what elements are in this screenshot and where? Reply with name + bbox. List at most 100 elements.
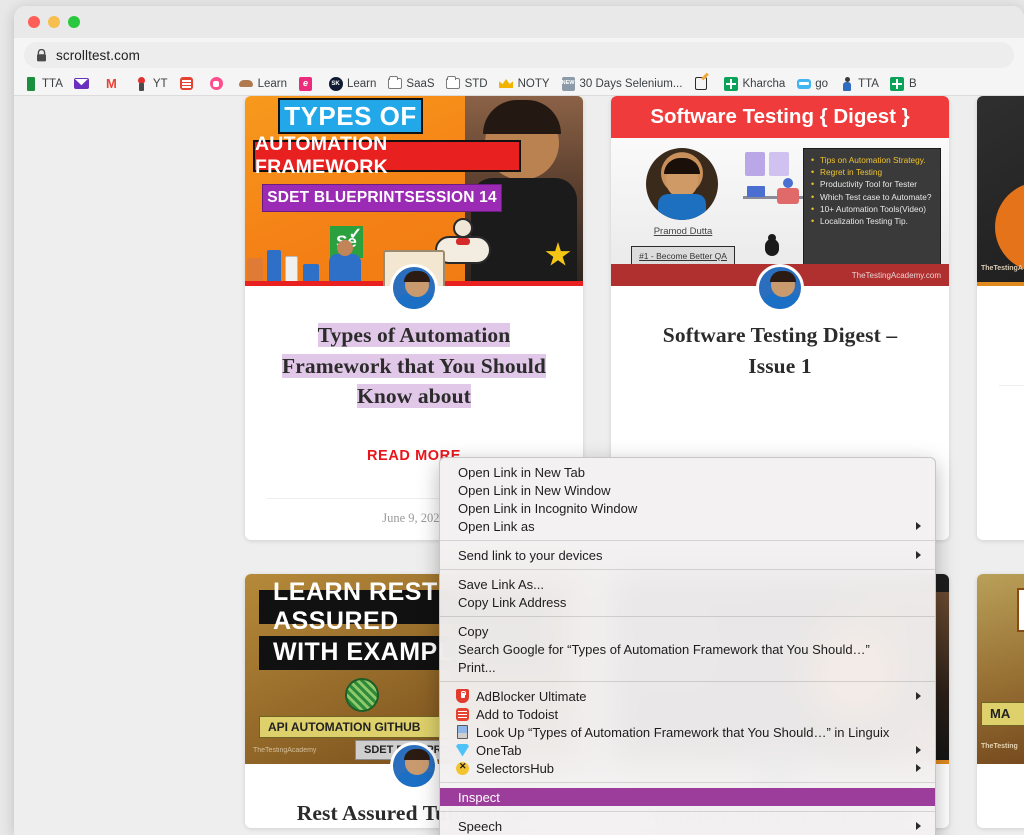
bookmark-item-learn[interactable]: Learn <box>234 74 292 94</box>
menu-item-open-link-in-incognito-window[interactable]: Open Link in Incognito Window <box>440 499 935 517</box>
bookmark-item-go[interactable]: go <box>791 74 833 94</box>
menu-item-adblocker-ultimate[interactable]: AdBlocker Ultimate <box>440 687 935 705</box>
menu-item-send-link-to-your-devices[interactable]: Send link to your devices <box>440 546 935 564</box>
thumbnail-header: Software Testing { Digest } <box>611 96 949 138</box>
bookmark-item-std[interactable]: STD <box>441 74 493 94</box>
bookmark-label: go <box>815 77 829 90</box>
bookmark-item-1[interactable] <box>69 74 98 94</box>
list-item: 10+ Automation Tools(Video) <box>811 203 933 215</box>
thumbnail-watermark: TheTestingA <box>981 265 1023 272</box>
bookmark-item-tta[interactable]: TTA <box>834 74 884 94</box>
bookmark-item-saas[interactable]: SaaS <box>382 74 439 94</box>
menu-item-label: Copy <box>458 623 489 639</box>
context-menu[interactable]: Open Link in New Tab Open Link in New Win… <box>439 457 936 835</box>
menu-item-speech[interactable]: Speech <box>440 817 935 835</box>
post-title-line-2: Issue 1 <box>748 353 812 378</box>
bookmark-item-13[interactable] <box>688 74 717 94</box>
menu-item-label: Open Link as <box>458 518 535 534</box>
post-title-line-1: Types of Automation <box>317 323 511 347</box>
globe-icon <box>345 677 379 712</box>
bookmark-item-7[interactable]: e <box>293 74 322 94</box>
post-thumbnail-image[interactable]: Software Testing { Digest } Pramod Dutta… <box>611 96 949 286</box>
menu-item-onetab[interactable]: OneTab <box>440 741 935 759</box>
pink-box-icon: e <box>298 76 313 91</box>
post-title[interactable]: Types of Automation Framework that You S… <box>267 320 561 412</box>
close-window-button[interactable] <box>28 16 40 28</box>
menu-item-search-google-for-types-of-automation-fr[interactable]: Search Google for “Types of Automation F… <box>440 640 935 658</box>
menu-item-add-to-todoist[interactable]: Add to Todoist <box>440 705 935 723</box>
menu-item-label: Speech <box>458 818 503 834</box>
menu-separator <box>440 616 935 617</box>
menu-item-copy[interactable]: Copy <box>440 622 935 640</box>
submenu-arrow-icon <box>916 522 921 530</box>
post-thumbnail-image[interactable]: TheTestingA <box>977 96 1024 286</box>
green-plus-icon <box>723 76 738 91</box>
list-item: Which Test case to Automate? <box>811 191 933 203</box>
post-title[interactable]: Software Testing Digest – Issue 1 <box>633 320 927 381</box>
post-title-line-3: Know about <box>357 384 471 409</box>
menu-item-save-link-as[interactable]: Save Link As... <box>440 575 935 593</box>
post-thumbnail-image[interactable]: J MA TheTesting <box>977 573 1024 764</box>
thumbnail-headline-1: TYPES OF <box>278 98 423 134</box>
submenu-arrow-icon <box>916 551 921 559</box>
folder-icon <box>387 75 402 91</box>
bookmark-label: Learn <box>257 77 287 90</box>
bookmark-label: YT <box>152 77 168 90</box>
minimize-window-button[interactable] <box>48 16 60 28</box>
menu-item-selectorshub[interactable]: SelectorsHub <box>440 759 935 777</box>
thumbnail-headline-3: SDET BLUEPRINTSESSION 14 <box>262 184 502 212</box>
post-card-partial[interactable]: TheTestingA <box>977 96 1024 540</box>
bookmark-item-b[interactable]: B <box>885 74 922 94</box>
maximize-window-button[interactable] <box>68 16 80 28</box>
menu-item-label: Inspect <box>458 789 500 805</box>
green-book-icon <box>23 76 38 91</box>
thumbnail-tag-yellow: MA <box>981 701 1024 726</box>
workspace-illustration-icon <box>743 152 811 222</box>
post-card-partial[interactable]: J MA TheTesting <box>977 573 1024 829</box>
submenu-arrow-icon <box>916 764 921 772</box>
menu-item-label: SelectorsHub <box>476 760 555 776</box>
menu-item-look-up-types-of-automation-framework-th[interactable]: Look Up “Types of Automation Framework t… <box>440 723 935 741</box>
thumbnail-watermark: TheTesting <box>981 742 1018 750</box>
issue-link-button[interactable]: #1 - Become Better QA <box>631 246 735 265</box>
browser-toolbar: scrolltest.com <box>14 38 1024 72</box>
post-card-body <box>977 286 1024 427</box>
bookmark-item-5[interactable] <box>204 74 233 94</box>
menu-item-label: AdBlocker Ultimate <box>476 688 587 704</box>
list-item: Tips on Automation Strategy. <box>811 154 933 166</box>
bookmark-item-4[interactable] <box>174 74 203 94</box>
menu-item-inspect[interactable]: Inspect <box>440 788 935 806</box>
brown-icon <box>239 76 254 91</box>
bookmark-item-2[interactable]: M <box>99 74 128 94</box>
blue-tab-icon <box>796 76 811 91</box>
bookmark-item-yt[interactable]: YT <box>129 74 173 94</box>
post-thumbnail-image[interactable]: TYPES OF AUTOMATION FRAMEWORK SDET BLUEP… <box>245 96 583 286</box>
menu-item-open-link-as[interactable]: Open Link as <box>440 517 935 535</box>
submenu-arrow-icon <box>916 746 921 754</box>
new-icon: NEW <box>561 76 576 91</box>
page-viewport: TYPES OF AUTOMATION FRAMEWORK SDET BLUEP… <box>14 96 1024 835</box>
menu-item-print[interactable]: Print... <box>440 658 935 676</box>
author-photo <box>646 148 718 220</box>
address-bar[interactable]: scrolltest.com <box>24 42 1014 68</box>
youtube-icon <box>134 76 149 91</box>
bookmark-item-learn[interactable]: SK Learn <box>323 74 381 94</box>
submenu-arrow-icon <box>916 692 921 700</box>
lock-icon <box>36 48 47 62</box>
menu-item-copy-link-address[interactable]: Copy Link Address <box>440 593 935 611</box>
bookmark-label: STD <box>464 77 488 90</box>
bookmark-item-kharcha[interactable]: Kharcha <box>718 74 790 94</box>
thumbnail-accent-bar <box>977 282 1024 286</box>
thumbnail-circle-shape <box>995 182 1024 272</box>
bookmark-item-tta[interactable]: TTA <box>18 74 68 94</box>
menu-item-label: Open Link in New Tab <box>458 464 585 480</box>
menu-item-open-link-in-new-window[interactable]: Open Link in New Window <box>440 481 935 499</box>
bookmark-item-noty[interactable]: NOTY <box>494 74 555 94</box>
developer-illustration-icon <box>325 240 367 286</box>
menu-separator <box>440 540 935 541</box>
menu-item-open-link-in-new-tab[interactable]: Open Link in New Tab <box>440 463 935 481</box>
post-title[interactable] <box>999 320 1024 351</box>
post-title[interactable] <box>999 798 1024 829</box>
note-icon <box>693 76 708 91</box>
bookmark-item-30-days-selenium[interactable]: NEW 30 Days Selenium... <box>556 74 688 94</box>
